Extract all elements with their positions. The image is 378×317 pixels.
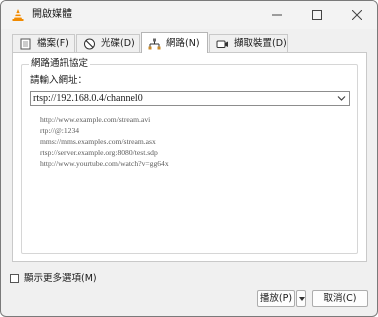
more-options-checkbox[interactable] bbox=[10, 274, 19, 283]
example-url: http://www.yourtube.com/watch?v=gg64x bbox=[40, 159, 169, 168]
maximize-button[interactable] bbox=[297, 1, 337, 29]
vlc-cone-icon bbox=[12, 9, 24, 21]
dropdown-arrow-icon bbox=[299, 297, 305, 301]
url-label: 請輸入網址： bbox=[30, 75, 88, 86]
play-options-dropdown[interactable] bbox=[296, 290, 306, 307]
example-url: http://www.example.com/stream.avi bbox=[40, 115, 151, 124]
open-media-dialog: 開啟媒體 檔案(F) 光碟(D) 網路(N) 擷取裝置(D) 網路通訊協定 請輸… bbox=[0, 0, 378, 317]
minimize-button[interactable] bbox=[257, 1, 297, 29]
example-url: rtp://@:1234 bbox=[40, 126, 80, 135]
window-title: 開啟媒體 bbox=[32, 9, 72, 20]
tab-disc[interactable]: 光碟(D) bbox=[76, 34, 140, 52]
url-combobox[interactable]: rtsp://192.168.0.4/channel0 bbox=[30, 91, 350, 106]
tab-capture-device[interactable]: 擷取裝置(D) bbox=[209, 34, 288, 52]
network-panel: 網路通訊協定 請輸入網址： rtsp://192.168.0.4/channel… bbox=[12, 52, 367, 262]
close-icon bbox=[352, 10, 362, 20]
url-examples: http://www.example.com/stream.avi rtp://… bbox=[40, 114, 169, 169]
network-protocol-title: 網路通訊協定 bbox=[29, 58, 91, 70]
network-icon bbox=[148, 38, 161, 50]
capture-device-icon bbox=[216, 40, 228, 48]
network-protocol-group: 網路通訊協定 請輸入網址： rtsp://192.168.0.4/channel… bbox=[21, 58, 358, 254]
tab-file[interactable]: 檔案(F) bbox=[12, 34, 75, 52]
tab-capture-device-label: 擷取裝置(D) bbox=[234, 38, 287, 49]
close-button[interactable] bbox=[337, 1, 377, 29]
tab-file-label: 檔案(F) bbox=[37, 38, 69, 49]
tab-network-label: 網路(N) bbox=[166, 38, 200, 49]
more-options-label: 顯示更多選項(M) bbox=[24, 273, 97, 284]
maximize-icon bbox=[312, 10, 322, 20]
url-input-value[interactable]: rtsp://192.168.0.4/channel0 bbox=[33, 93, 143, 105]
tab-disc-label: 光碟(D) bbox=[101, 38, 135, 49]
disc-icon bbox=[84, 38, 95, 50]
minimize-icon bbox=[272, 14, 282, 16]
play-button[interactable]: 播放(P) bbox=[257, 290, 295, 307]
file-icon bbox=[20, 38, 31, 50]
cancel-button[interactable]: 取消(C) bbox=[312, 290, 368, 307]
tab-network[interactable]: 網路(N) bbox=[141, 32, 208, 53]
example-url: rtsp://server.example.org:8080/test.sdp bbox=[40, 148, 158, 157]
chevron-down-icon[interactable] bbox=[337, 95, 346, 102]
example-url: mms://mms.examples.com/stream.asx bbox=[40, 137, 156, 146]
title-bar: 開啟媒體 bbox=[1, 1, 377, 29]
